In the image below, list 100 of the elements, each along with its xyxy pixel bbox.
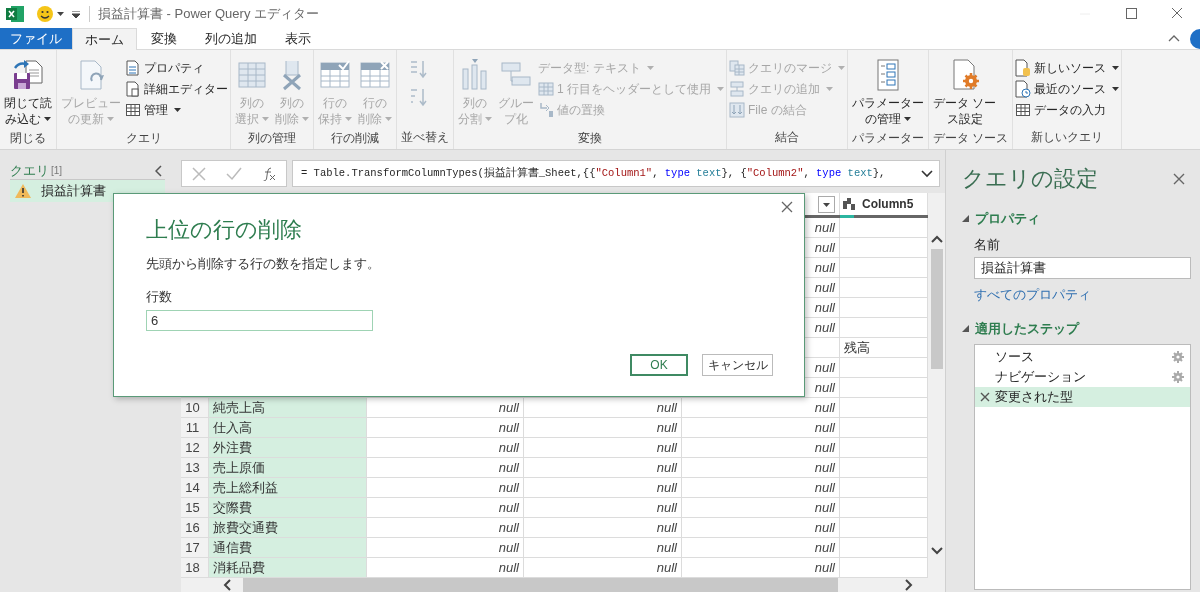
- table-cell-text: null: [498, 458, 519, 477]
- table-cell-text: null: [656, 418, 677, 437]
- table-cell-text: null: [498, 538, 519, 557]
- table-cell-text: null: [498, 478, 519, 497]
- collapse-ribbon-icon[interactable]: [1168, 35, 1180, 42]
- ribbon-button[interactable]: 新しいソース: [1015, 57, 1120, 78]
- scroll-down-icon[interactable]: [930, 547, 943, 555]
- table-cell-text: 交際費: [213, 498, 252, 517]
- ribbon-button[interactable]: パラメーター の管理: [850, 55, 926, 127]
- ribbon-button[interactable]: データの入力: [1015, 99, 1107, 120]
- table-cell-text: null: [814, 458, 835, 477]
- ribbon-tab[interactable]: ファイル: [0, 28, 72, 49]
- field-label: 名前: [974, 235, 1001, 254]
- customize-caret-icon[interactable]: [72, 10, 80, 18]
- row-number: 18: [185, 558, 200, 577]
- group-label: 新しいクエリ: [1031, 129, 1104, 146]
- table-cell-text: null: [814, 238, 835, 257]
- table-icon: [538, 80, 554, 97]
- table-check-icon: [319, 59, 351, 91]
- row-number: 16: [185, 518, 200, 537]
- table-cell-text: null: [498, 398, 519, 417]
- expanded-caret-icon[interactable]: [962, 324, 969, 332]
- row-count-field[interactable]: 6: [146, 310, 373, 331]
- table-icon: [1015, 101, 1032, 118]
- step-item[interactable]: ナビゲーション: [975, 367, 1190, 387]
- field-label: 行数: [146, 287, 173, 306]
- table-icon: [125, 101, 141, 118]
- scrollbar-thumb[interactable]: [930, 249, 943, 369]
- table-cell-text: null: [814, 418, 835, 437]
- step-item[interactable]: ソース: [975, 347, 1190, 367]
- expand-icon[interactable]: [921, 169, 933, 178]
- table-cell-text: 旅費交通費: [213, 518, 278, 537]
- scrollbar-thumb[interactable]: [243, 578, 838, 592]
- ribbon-tab[interactable]: 変換: [137, 28, 191, 49]
- collapse-pane-icon[interactable]: [155, 164, 163, 177]
- save-document-icon: [12, 59, 44, 91]
- step-item[interactable]: 変更された型: [975, 387, 1190, 407]
- group-label: クエリ: [125, 130, 162, 147]
- dialog-title: 上位の行の削除: [146, 216, 303, 244]
- section-heading: プロパティ: [975, 210, 1040, 228]
- check-icon[interactable]: [226, 166, 242, 181]
- table-cell-text: null: [656, 518, 677, 537]
- query-count: [1]: [51, 164, 63, 178]
- section-heading: 適用したステップ: [975, 319, 1079, 338]
- function-icon[interactable]: [262, 166, 276, 181]
- table-cell-text: null: [656, 558, 677, 577]
- ribbon-tab[interactable]: 列の追加: [191, 28, 271, 49]
- scroll-right-icon[interactable]: [903, 579, 913, 591]
- ribbon-button[interactable]: 最近のソース: [1015, 78, 1120, 99]
- combine-icon: [729, 101, 745, 118]
- name-field[interactable]: 損益計算書: [974, 257, 1191, 279]
- table-cell-text: null: [498, 518, 519, 537]
- ok-button[interactable]: OK: [630, 354, 688, 376]
- group-label: データ ソース: [933, 130, 1009, 147]
- window-title: 損益計算書 - Power Query エディター: [98, 5, 320, 24]
- delete-step-icon[interactable]: [980, 392, 990, 402]
- close-icon[interactable]: [781, 201, 793, 213]
- help-icon[interactable]: [1190, 28, 1200, 49]
- expanded-caret-icon[interactable]: [962, 215, 969, 223]
- ribbon-button[interactable]: 閉じて読 み込む: [2, 55, 54, 127]
- table-cell-text: null: [498, 438, 519, 457]
- table-cell-text: null: [656, 498, 677, 517]
- document-icon: [125, 80, 141, 97]
- ribbon-button[interactable]: 管理: [125, 99, 181, 120]
- column-header[interactable]: Column5: [862, 195, 914, 213]
- ribbon-button[interactable]: プロパティ: [125, 57, 204, 78]
- table-cell-text: null: [814, 518, 835, 537]
- table-cell-text: 残高: [844, 338, 870, 357]
- cancel-button[interactable]: キャンセル: [702, 354, 773, 376]
- ribbon-tab[interactable]: ホーム: [72, 28, 137, 50]
- table-cell-text: null: [814, 558, 835, 577]
- ribbon-button[interactable]: 詳細エディター: [125, 78, 228, 99]
- pane-title: クエリの設定: [962, 165, 1098, 193]
- all-properties-link[interactable]: すべてのプロパティ: [974, 285, 1191, 305]
- table-cell-text: 消耗品費: [213, 558, 265, 577]
- scroll-up-icon[interactable]: [930, 235, 943, 243]
- close-icon[interactable]: [1173, 172, 1185, 185]
- group-label: 行の削減: [331, 130, 379, 147]
- replace-icon: [538, 101, 554, 118]
- table-cell-text: null: [656, 398, 677, 417]
- dropdown-button-icon[interactable]: [818, 195, 835, 213]
- append-icon: [729, 80, 745, 97]
- group-label: 閉じる: [10, 130, 46, 147]
- table-cell-text: null: [814, 498, 835, 517]
- table-cell-text: null: [498, 558, 519, 577]
- table-cell-text: null: [814, 478, 835, 497]
- table-cell-text: null: [814, 398, 835, 417]
- scroll-left-icon[interactable]: [223, 579, 233, 591]
- ribbon-button[interactable]: データ ソー ス設定: [931, 55, 999, 127]
- document-database-icon: [1015, 58, 1032, 77]
- table-cell-text: null: [814, 278, 835, 297]
- group-label: 変換: [578, 130, 602, 147]
- properties-icon: [125, 59, 141, 76]
- row-number: 10: [185, 398, 200, 417]
- table-icon: [236, 59, 268, 91]
- ribbon-tab[interactable]: 表示: [271, 28, 325, 49]
- group-label: 列の管理: [248, 130, 296, 147]
- smiley-icon[interactable]: [36, 5, 54, 23]
- table-cell-text: null: [498, 498, 519, 517]
- table-cell-text: null: [498, 418, 519, 437]
